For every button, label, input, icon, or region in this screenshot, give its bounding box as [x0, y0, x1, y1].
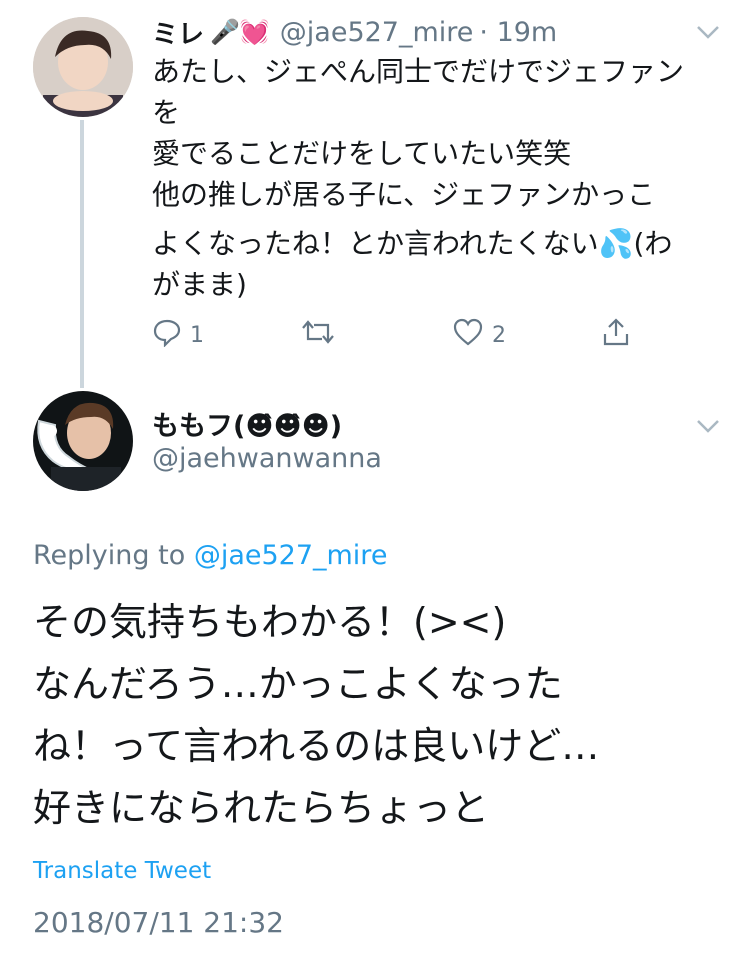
retweet-button[interactable] — [300, 317, 344, 353]
tweet2-line: その気持ちもわかる！(><) — [33, 600, 507, 644]
reply-count: 1 — [190, 322, 204, 348]
tweet1-text: あたし、ジェぺん同士でだけでジェファン を 愛でることだけをしていたい笑笑 他の… — [152, 51, 732, 305]
tweet1-line: を — [152, 96, 181, 129]
share-icon — [600, 316, 632, 354]
share-button[interactable] — [600, 316, 632, 354]
reply-icon — [152, 317, 182, 353]
tweet1-line: がまま) — [152, 268, 247, 301]
tweet-timestamp[interactable]: 2018/07/11 21:32 — [33, 906, 284, 939]
tweet1-line: あたし、ジェぺん同士でだけでジェファン — [152, 55, 685, 88]
tweet1-time[interactable]: · 19m — [479, 17, 557, 48]
tweet2-chevron-down-icon[interactable] — [696, 418, 720, 434]
tweet1-chevron-down-icon[interactable] — [696, 24, 720, 40]
like-count: 2 — [492, 322, 506, 348]
tweet1-line: よくなったね！とか言われたくない💦(わ — [152, 227, 673, 260]
translate-tweet-link[interactable]: Translate Tweet — [33, 858, 211, 884]
avatar-momofu[interactable] — [33, 391, 133, 491]
tweet2-line: ね！って言われるのは良いけど… — [33, 724, 600, 768]
tweet2-text: その気持ちもわかる！(><) なんだろう…かっこよくなった ね！って言われるのは… — [33, 594, 723, 836]
tweet1-line: 他の推しが居る子に、ジェファンかっこ — [152, 178, 656, 211]
replying-prefix: Replying to — [33, 540, 186, 571]
tweet1-author-name[interactable]: ミレ — [152, 14, 204, 51]
avatar-mire[interactable] — [33, 17, 133, 117]
retweet-icon — [300, 317, 336, 353]
tweet1-name-emoji: 🎤💓 — [210, 18, 270, 46]
thread-line — [80, 120, 84, 388]
replying-to: Replying to @jae527_mire — [33, 540, 387, 571]
tweet2-line: 好きになられたらちょっと — [33, 786, 490, 830]
like-button[interactable]: 2 — [452, 317, 506, 353]
heart-icon — [452, 317, 484, 353]
tweet2-author-name[interactable]: ももフ(☻̂☻̂☻) — [152, 404, 342, 443]
reply-button[interactable]: 1 — [152, 317, 204, 353]
replying-handle-link[interactable]: @jae527_mire — [194, 540, 388, 571]
tweet1-author-handle[interactable]: @jae527_mire — [280, 17, 474, 48]
tweet2-author-handle[interactable]: @jaehwanwanna — [152, 443, 382, 474]
tweet1-line: 愛でることだけをしていたい笑笑 — [152, 137, 572, 170]
tweet2-line: なんだろう…かっこよくなった — [33, 662, 563, 706]
